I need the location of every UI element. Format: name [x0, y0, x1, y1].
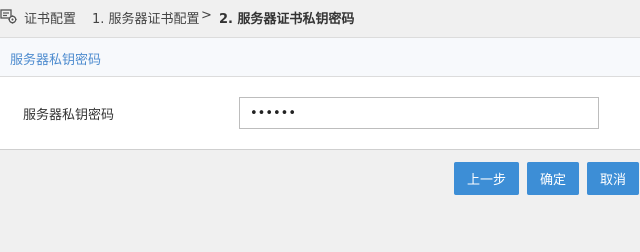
cancel-button[interactable]: 取消	[587, 162, 639, 195]
breadcrumb: 证书配置 1. 服务器证书配置 > 2. 服务器证书私钥密码	[0, 0, 640, 38]
breadcrumb-separator: >	[201, 8, 212, 23]
breadcrumb-current-step: 2. 服务器证书私钥密码	[219, 12, 355, 27]
certificate-config-icon	[0, 7, 18, 25]
breadcrumb-step-server-cert[interactable]: 1. 服务器证书配置	[92, 8, 200, 27]
confirm-button[interactable]: 确定	[527, 162, 579, 195]
panel-title: 服务器私钥密码	[10, 53, 102, 68]
breadcrumb-root[interactable]: 证书配置	[24, 8, 76, 27]
private-key-password-input[interactable]	[239, 97, 599, 129]
form-panel: 服务器私钥密码	[0, 77, 640, 150]
previous-step-button[interactable]: 上一步	[454, 162, 519, 195]
panel-header: 服务器私钥密码	[0, 38, 640, 77]
private-key-password-label: 服务器私钥密码	[23, 108, 115, 123]
